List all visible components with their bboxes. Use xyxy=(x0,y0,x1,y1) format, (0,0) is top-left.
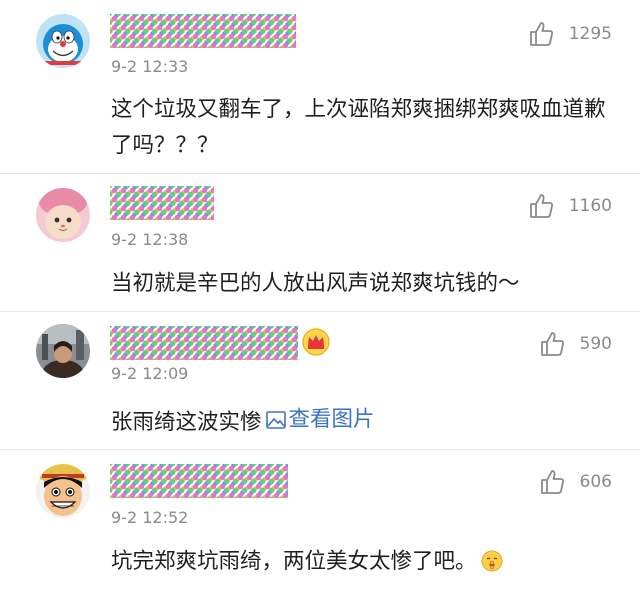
like-count: 590 xyxy=(579,334,612,354)
like-button[interactable]: 606 xyxy=(538,468,612,496)
like-count: 606 xyxy=(579,472,612,492)
username-obscured[interactable] xyxy=(110,326,298,360)
username-obscured[interactable] xyxy=(110,186,214,220)
comment-time: 9-2 12:33 xyxy=(111,57,189,76)
comment-body: 张雨绮这波实惨 查看图片 xyxy=(111,402,614,441)
thumbs-up-icon xyxy=(529,22,553,46)
view-image-link[interactable]: 查看图片 xyxy=(265,402,375,438)
like-count: 1160 xyxy=(568,196,612,216)
avatar[interactable] xyxy=(36,14,90,68)
comment-time: 9-2 12:09 xyxy=(111,364,189,383)
username-obscured[interactable] xyxy=(110,14,296,48)
like-button[interactable]: 590 xyxy=(538,330,612,358)
thumbs-up-icon xyxy=(540,470,564,494)
thumbs-up-icon xyxy=(540,332,564,356)
comment-text: 张雨绮这波实惨 xyxy=(111,410,262,435)
avatar[interactable] xyxy=(36,324,90,378)
avatar[interactable] xyxy=(36,464,90,518)
like-button[interactable]: 1295 xyxy=(527,20,612,48)
comment-item: 9-2 12:33 1295 这个垃圾又翻车了，上次诬陷郑爽捆绑郑爽吸血道歉了吗… xyxy=(0,0,640,174)
comment-list: 9-2 12:33 1295 这个垃圾又翻车了，上次诬陷郑爽捆绑郑爽吸血道歉了吗… xyxy=(0,0,640,590)
crown-icon xyxy=(302,328,330,356)
shush-emoji-icon xyxy=(481,550,503,572)
comment-item: 9-2 12:38 1160 当初就是辛巴的人放出风声说郑爽坑钱的～ xyxy=(0,174,640,312)
comment-text: 当初就是辛巴的人放出风声说郑爽坑钱的～ xyxy=(111,271,520,296)
username-obscured[interactable] xyxy=(110,464,288,498)
comment-text: 坑完郑爽坑雨绮，两位美女太惨了吧。 xyxy=(111,549,477,574)
comment-text: 这个垃圾又翻车了，上次诬陷郑爽捆绑郑爽吸血道歉了吗？？？ xyxy=(111,97,606,158)
comment-time: 9-2 12:52 xyxy=(111,508,189,527)
view-image-label: 查看图片 xyxy=(288,407,375,432)
image-icon xyxy=(265,411,286,429)
avatar[interactable] xyxy=(36,188,90,242)
comment-body: 坑完郑爽坑雨绮，两位美女太惨了吧。 xyxy=(111,544,614,580)
like-count: 1295 xyxy=(568,24,612,44)
comment-item: 9-2 12:52 606 坑完郑爽坑雨绮，两位美女太惨了吧。 xyxy=(0,450,640,590)
thumbs-up-icon xyxy=(529,194,553,218)
comment-item: 9-2 12:09 590 张雨绮这波实惨 查看图片 xyxy=(0,312,640,450)
like-button[interactable]: 1160 xyxy=(527,192,612,220)
comment-time: 9-2 12:38 xyxy=(111,230,189,249)
